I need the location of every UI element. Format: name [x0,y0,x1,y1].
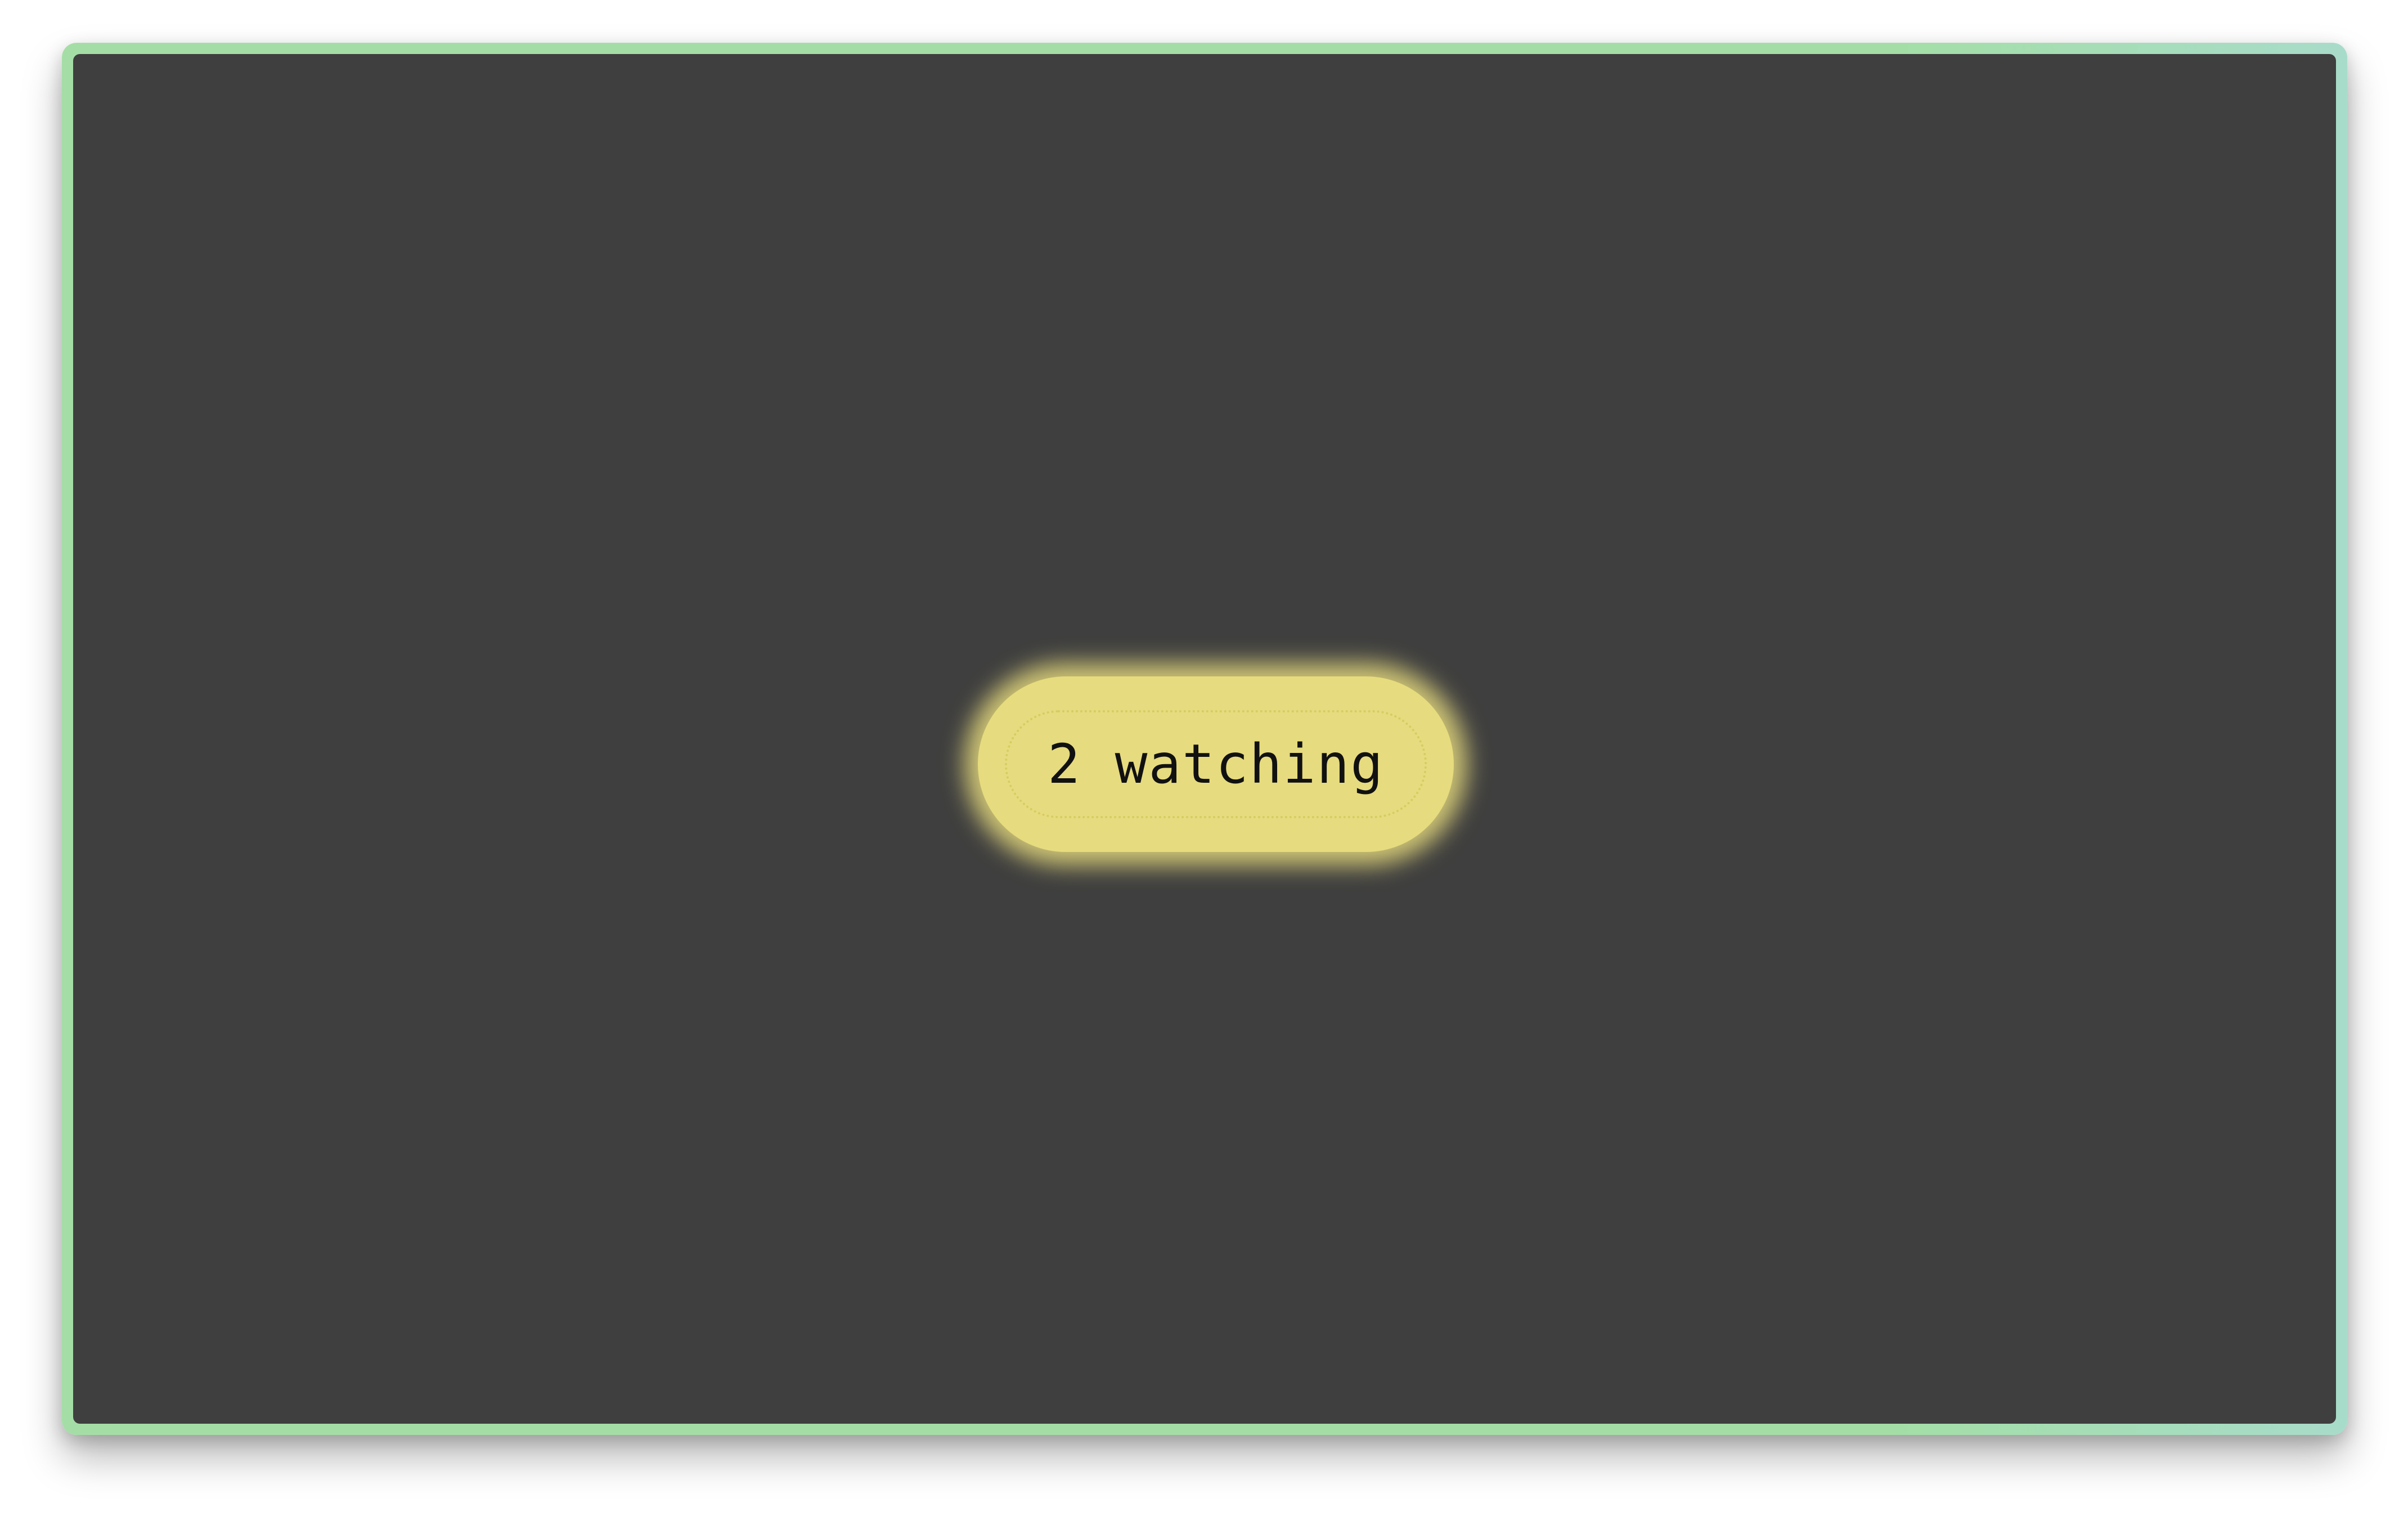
viewer-count-badge: 2 watching [978,676,1454,852]
screen-area: 2 watching [73,54,2336,1424]
window-frame: 2 watching [62,43,2347,1435]
stage: 2 watching [0,0,2408,1516]
viewer-count-label: 2 watching [1048,733,1384,796]
